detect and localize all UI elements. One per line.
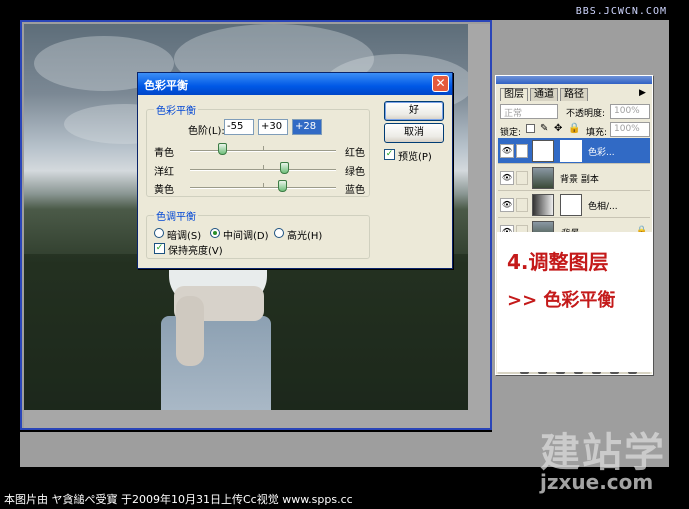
layer-thumb (532, 167, 554, 189)
highlights-radio[interactable] (274, 228, 284, 238)
tab-layers[interactable]: 图层 (500, 88, 528, 101)
adjustment-mask-icon[interactable] (516, 144, 528, 158)
tab-paths[interactable]: 路径 (560, 88, 588, 101)
slider-right-label: 绿色 (345, 167, 365, 178)
dialog-titlebar[interactable]: 色彩平衡 ✕ (138, 73, 452, 95)
dialog-title: 色彩平衡 (144, 79, 188, 92)
slider-thumb[interactable] (279, 162, 289, 174)
lock-move-icon[interactable]: ✥ (554, 123, 562, 134)
slider-center-tick (263, 183, 264, 187)
layer-mask-thumb[interactable] (560, 194, 582, 216)
annotation-sub: >> 色彩平衡 (507, 290, 616, 311)
preview-label[interactable]: 预览(P) (398, 148, 432, 163)
level-yellow-blue-input[interactable]: +28 (292, 119, 322, 135)
slider-left-label: 洋红 (154, 167, 174, 178)
opacity-label: 不透明度: (566, 109, 606, 119)
lock-brush-icon[interactable]: ✎ (540, 123, 548, 134)
layer-mask-thumb[interactable] (560, 140, 582, 162)
midtones-radio[interactable] (210, 228, 220, 238)
level-magenta-green-input[interactable]: +30 (258, 119, 288, 135)
fill-input[interactable]: 100% (610, 122, 650, 137)
layer-row[interactable]: 👁 色相/... (498, 192, 650, 218)
shadows-radio[interactable] (154, 228, 164, 238)
girl-arm (176, 296, 204, 366)
logo-url: jzxue.com (540, 470, 654, 494)
tab-channels[interactable]: 通道 (530, 88, 558, 101)
layer-row[interactable]: 👁 色彩... (498, 138, 650, 164)
eye-icon[interactable]: 👁 (500, 198, 514, 212)
tone-balance-group-label: 色调平衡 (154, 208, 198, 223)
slider-track[interactable] (190, 150, 336, 152)
fill-label: 填充: (586, 128, 608, 138)
slider-center-tick (263, 165, 264, 169)
link-slot[interactable] (516, 198, 528, 212)
ok-button[interactable]: 好 (384, 101, 444, 121)
eye-icon[interactable]: 👁 (500, 171, 514, 185)
preserve-luminosity-label[interactable]: 保持亮度(V) (168, 242, 223, 257)
blend-mode-select[interactable]: 正常 (500, 104, 558, 119)
upload-caption: 本图片由 ヤ貪縋ぺ受寳 于2009年10月31日上传Cc视觉 www.spps.… (4, 493, 353, 506)
preserve-luminosity-checkbox[interactable]: ✓ (154, 243, 165, 254)
lock-transparency-icon[interactable] (526, 124, 535, 133)
layer-row[interactable]: 👁 背景 副本 (498, 165, 650, 191)
slider-thumb[interactable] (217, 143, 227, 155)
panel-menu-icon[interactable]: ▶ (639, 88, 646, 98)
slider-left-label: 青色 (154, 148, 174, 159)
color-balance-icon (532, 140, 554, 162)
levels-label: 色阶(L): (188, 126, 225, 137)
layer-name[interactable]: 色相/... (588, 199, 618, 212)
opacity-input[interactable]: 100% (610, 104, 650, 119)
close-button[interactable]: ✕ (432, 75, 449, 92)
shadows-label[interactable]: 暗调(S) (167, 227, 201, 242)
slider-thumb[interactable] (278, 180, 288, 192)
slider-track[interactable] (190, 187, 336, 189)
slider-right-label: 蓝色 (345, 185, 365, 196)
level-cyan-red-input[interactable]: -55 (224, 119, 254, 135)
layer-name[interactable]: 色彩... (588, 145, 615, 158)
cancel-button[interactable]: 取消 (384, 123, 444, 143)
preview-checkbox[interactable]: ✓ (384, 149, 395, 160)
highlights-label[interactable]: 高光(H) (287, 227, 322, 242)
tutorial-annotation: 4.调整图层 >> 色彩平衡 (497, 232, 653, 372)
slider-center-tick (263, 146, 264, 150)
lock-label: 锁定: (500, 128, 522, 138)
site-watermark: BBS.JCWCN.COM (575, 6, 667, 17)
hue-saturation-icon (532, 194, 554, 216)
color-balance-group-label: 色彩平衡 (154, 102, 198, 117)
link-slot[interactable] (516, 171, 528, 185)
panel-header[interactable] (496, 76, 652, 84)
layer-name[interactable]: 背景 副本 (560, 172, 599, 185)
eye-icon[interactable]: 👁 (500, 144, 514, 158)
midtones-label[interactable]: 中间调(D) (223, 227, 269, 242)
lock-all-icon[interactable]: 🔒 (568, 123, 580, 134)
slider-right-label: 红色 (345, 148, 365, 159)
slider-left-label: 黄色 (154, 185, 174, 196)
color-balance-dialog[interactable]: 色彩平衡 ✕ 色彩平衡 色阶(L): -55 +30 +28 青色 红色 洋红 … (137, 72, 453, 269)
annotation-step: 4.调整图层 (507, 250, 609, 274)
slider-track[interactable] (190, 169, 336, 171)
